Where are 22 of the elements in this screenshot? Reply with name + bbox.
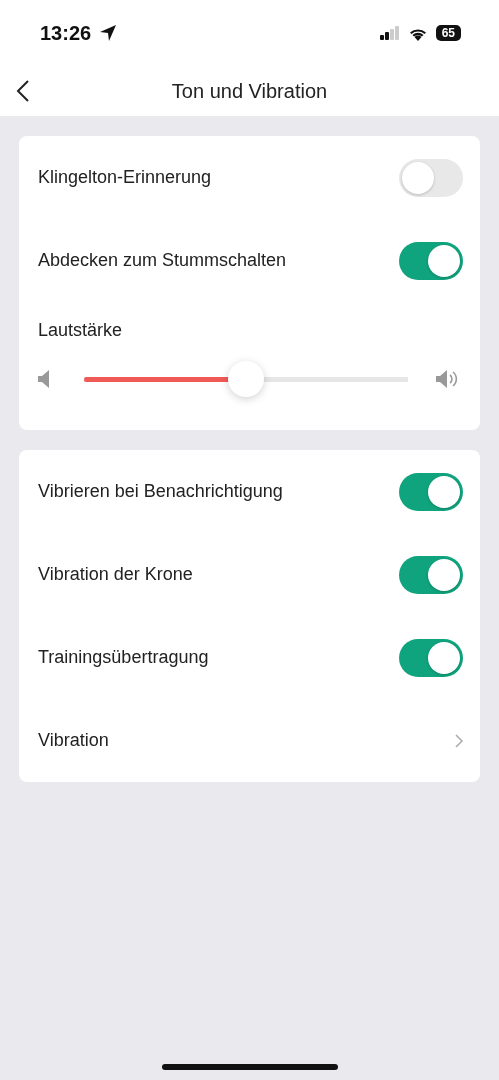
speaker-loud-icon [436, 368, 458, 390]
toggle-switch[interactable] [399, 158, 463, 197]
setting-label: Trainingsübertragung [38, 647, 209, 668]
slider-thumb[interactable] [228, 361, 264, 397]
location-arrow-icon [99, 24, 118, 42]
speaker-icon [38, 370, 50, 388]
toggle-switch[interactable] [399, 472, 463, 511]
setting-label: Vibration der Krone [38, 564, 193, 585]
back-button[interactable] [14, 78, 32, 104]
setting-label: Klingelton-Erinnerung [38, 167, 212, 188]
setting-label: Vibration [38, 730, 109, 751]
toggle-switch[interactable] [399, 555, 463, 594]
chevron-icon[interactable] [455, 733, 463, 748]
volume-label: Lautstärke [37, 319, 124, 341]
toggle-switch[interactable] [399, 638, 463, 677]
signal-icon [379, 26, 400, 40]
page-title: Ton und Vibration [171, 79, 328, 103]
status-time: 13:26 [40, 21, 92, 45]
battery-level: 65 [435, 25, 461, 41]
toggle-switch[interactable] [399, 241, 463, 280]
setting-label: Vibrieren bei Benachrichtigung [38, 481, 283, 502]
setting-label: Abdecken zum Stummschalten [38, 250, 287, 271]
